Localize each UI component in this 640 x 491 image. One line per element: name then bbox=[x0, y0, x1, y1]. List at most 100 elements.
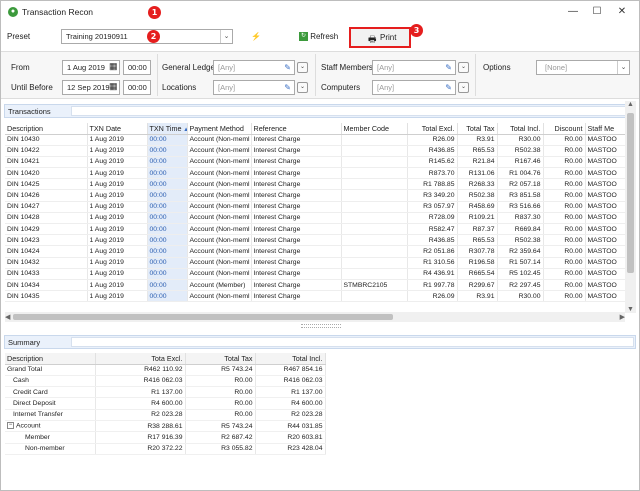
cell-txn-date: 1 Aug 2019 bbox=[87, 268, 148, 280]
locations-label: Locations bbox=[162, 83, 197, 92]
summary-column-total-tax[interactable]: Total Tax bbox=[185, 353, 256, 365]
summary-cell-excl: R462 110.92 bbox=[95, 364, 186, 376]
column-header-description[interactable]: Description bbox=[5, 123, 88, 135]
eraser-icon[interactable]: ✎ bbox=[284, 61, 291, 74]
table-row[interactable]: DIN 10422 1 Aug 2019 00:00 Account (Non-mem… bbox=[5, 145, 626, 157]
divider bbox=[475, 54, 476, 96]
group-by-area[interactable] bbox=[71, 337, 634, 347]
calendar-icon[interactable]: ▦ bbox=[109, 61, 118, 72]
chevron-down-icon[interactable]: ⌄ bbox=[220, 30, 232, 43]
summary-row[interactable]: Grand Total R462 110.92 R5 743.24 R467 854.… bbox=[5, 364, 326, 376]
staff-members-field[interactable]: [Any] ✎ bbox=[372, 60, 456, 75]
cell-payment-method: Account (Non-meml bbox=[187, 223, 252, 236]
summary-row[interactable]: Internet Transfer R2 023.28 R0.00 R2 023.28 bbox=[5, 409, 326, 421]
computers-field[interactable]: [Any] ✎ bbox=[372, 80, 456, 95]
summary-row[interactable]: Member R17 916.39 R2 687.42 R20 603.81 bbox=[5, 431, 326, 444]
table-row[interactable]: DIN 10423 1 Aug 2019 00:00 Account (Non-mem… bbox=[5, 234, 626, 247]
table-row[interactable]: DIN 10434 1 Aug 2019 00:00 Account (Member)… bbox=[5, 279, 626, 292]
table-row[interactable]: DIN 10426 1 Aug 2019 00:00 Account (Non-mem… bbox=[5, 189, 626, 202]
table-row[interactable]: DIN 10432 1 Aug 2019 00:00 Account (Non-mem… bbox=[5, 257, 626, 269]
column-header-staff-member[interactable]: Staff Me bbox=[585, 123, 626, 135]
summary-column-total-incl[interactable]: Total Incl. bbox=[255, 353, 326, 365]
summary-header-row: Description Tota Excl. Total Tax Total I… bbox=[5, 353, 326, 365]
summary-cell-incl: R467 854.16 bbox=[255, 364, 326, 376]
eraser-icon[interactable]: ✎ bbox=[284, 81, 291, 94]
callout-badge-1: 1 bbox=[148, 6, 161, 19]
summary-row[interactable]: Non-member R20 372.22 R3 055.82 R23 428.04 bbox=[5, 443, 326, 455]
collapse-icon[interactable]: − bbox=[7, 422, 14, 430]
cell-payment-method: Account (Non-meml bbox=[187, 189, 252, 202]
horizontal-scrollbar[interactable]: ◀ ▶ bbox=[5, 312, 625, 322]
table-row[interactable]: DIN 10430 1 Aug 2019 00:00 Account (Non-mem… bbox=[5, 134, 626, 146]
table-row[interactable]: DIN 10420 1 Aug 2019 00:00 Account (Non-mem… bbox=[5, 167, 626, 180]
minimize-button[interactable]: — bbox=[561, 4, 585, 20]
scroll-thumb[interactable] bbox=[13, 314, 393, 320]
column-header-member-code[interactable]: Member Code bbox=[341, 123, 408, 135]
summary-description-text: Credit Card bbox=[13, 388, 48, 396]
summary-row[interactable]: − Account R38 288.61 R5 743.24 R44 031.85 bbox=[5, 420, 326, 433]
table-row[interactable]: DIN 10429 1 Aug 2019 00:00 Account (Non-mem… bbox=[5, 223, 626, 236]
table-row[interactable]: DIN 10421 1 Aug 2019 00:00 Account (Non-mem… bbox=[5, 156, 626, 169]
magic-wand-icon[interactable]: ⚡ bbox=[247, 28, 265, 45]
calendar-icon[interactable]: ▦ bbox=[109, 81, 118, 92]
cell-reference: Interest Charge bbox=[251, 223, 342, 236]
summary-row[interactable]: Cash R416 062.03 R0.00 R416 062.03 bbox=[5, 375, 326, 388]
scroll-thumb[interactable] bbox=[627, 113, 634, 273]
chevron-down-icon[interactable]: ⌄ bbox=[458, 82, 469, 93]
locations-field[interactable]: [Any] ✎ bbox=[213, 80, 295, 95]
column-header-txn-date[interactable]: TXN Date bbox=[87, 123, 148, 135]
chevron-down-icon[interactable]: ⌄ bbox=[297, 82, 308, 93]
eraser-icon[interactable]: ✎ bbox=[445, 61, 452, 74]
print-button[interactable]: 🖶 Print bbox=[349, 27, 411, 48]
chevron-down-icon[interactable]: ⌄ bbox=[458, 62, 469, 73]
cell-total-incl: R837.30 bbox=[497, 212, 544, 225]
maximize-button[interactable]: ☐ bbox=[585, 4, 609, 20]
table-row[interactable]: DIN 10424 1 Aug 2019 00:00 Account (Non-mem… bbox=[5, 245, 626, 258]
table-row[interactable]: DIN 10433 1 Aug 2019 00:00 Account (Non-mem… bbox=[5, 268, 626, 280]
column-header-total-tax[interactable]: Total Tax bbox=[457, 123, 498, 135]
cell-reference: Interest Charge bbox=[251, 212, 342, 225]
group-by-area[interactable] bbox=[71, 106, 634, 116]
cell-total-tax: R3.91 bbox=[457, 134, 498, 146]
summary-row[interactable]: Direct Deposit R4 600.00 R0.00 R4 600.00 bbox=[5, 397, 326, 410]
summary-column-total-excl[interactable]: Tota Excl. bbox=[95, 353, 186, 365]
column-header-discount[interactable]: Discount bbox=[543, 123, 586, 135]
table-row[interactable]: DIN 10425 1 Aug 2019 00:00 Account (Non-mem… bbox=[5, 178, 626, 191]
table-row[interactable]: DIN 10435 1 Aug 2019 00:00 Account (Non-mem… bbox=[5, 290, 626, 303]
until-time-field[interactable]: 00:00 bbox=[123, 80, 151, 95]
close-button[interactable]: ✕ bbox=[610, 4, 634, 20]
cell-txn-date: 1 Aug 2019 bbox=[87, 178, 148, 191]
eraser-icon[interactable]: ✎ bbox=[445, 81, 452, 94]
cell-reference: Interest Charge bbox=[251, 290, 342, 303]
chevron-down-icon[interactable]: ⌄ bbox=[617, 61, 629, 74]
scroll-left-icon[interactable]: ◀ bbox=[5, 313, 10, 321]
divider bbox=[157, 54, 158, 96]
cell-staff-member: MASTOO bbox=[585, 212, 626, 225]
cell-discount: R0.00 bbox=[543, 189, 586, 202]
cell-reference: Interest Charge bbox=[251, 145, 342, 157]
general-ledgers-field[interactable]: [Any] ✎ bbox=[213, 60, 295, 75]
from-time-field[interactable]: 00:00 bbox=[123, 60, 151, 75]
cell-total-incl: R1 004.76 bbox=[497, 167, 544, 180]
column-header-payment-method[interactable]: Payment Method bbox=[187, 123, 252, 135]
scroll-right-icon[interactable]: ▶ bbox=[620, 313, 625, 321]
scroll-up-icon[interactable]: ▲ bbox=[627, 101, 634, 108]
summary-cell-excl: R4 600.00 bbox=[95, 397, 186, 410]
summary-row[interactable]: Credit Card R1 137.00 R0.00 R1 137.00 bbox=[5, 386, 326, 399]
options-select[interactable]: [None] ⌄ bbox=[536, 60, 630, 75]
column-header-total-excl[interactable]: Total Excl. bbox=[407, 123, 458, 135]
cell-description: DIN 10435 bbox=[5, 290, 88, 303]
vertical-scrollbar[interactable]: ▲ ▼ bbox=[625, 101, 636, 313]
cell-txn-time: 00:00 bbox=[147, 212, 188, 225]
scroll-down-icon[interactable]: ▼ bbox=[627, 306, 634, 313]
table-row[interactable]: DIN 10428 1 Aug 2019 00:00 Account (Non-mem… bbox=[5, 212, 626, 225]
cell-discount: R0.00 bbox=[543, 156, 586, 169]
table-row[interactable]: DIN 10427 1 Aug 2019 00:00 Account (Non-mem… bbox=[5, 201, 626, 213]
chevron-down-icon[interactable]: ⌄ bbox=[297, 62, 308, 73]
column-header-total-incl[interactable]: Total Incl. bbox=[497, 123, 544, 135]
column-header-reference[interactable]: Reference bbox=[251, 123, 342, 135]
column-header-txn-time[interactable]: TXN Time ▲ bbox=[147, 123, 188, 135]
refresh-button[interactable]: ↻ Refresh bbox=[299, 28, 349, 45]
summary-column-description[interactable]: Description bbox=[5, 353, 96, 365]
panel-splitter[interactable] bbox=[301, 324, 341, 328]
